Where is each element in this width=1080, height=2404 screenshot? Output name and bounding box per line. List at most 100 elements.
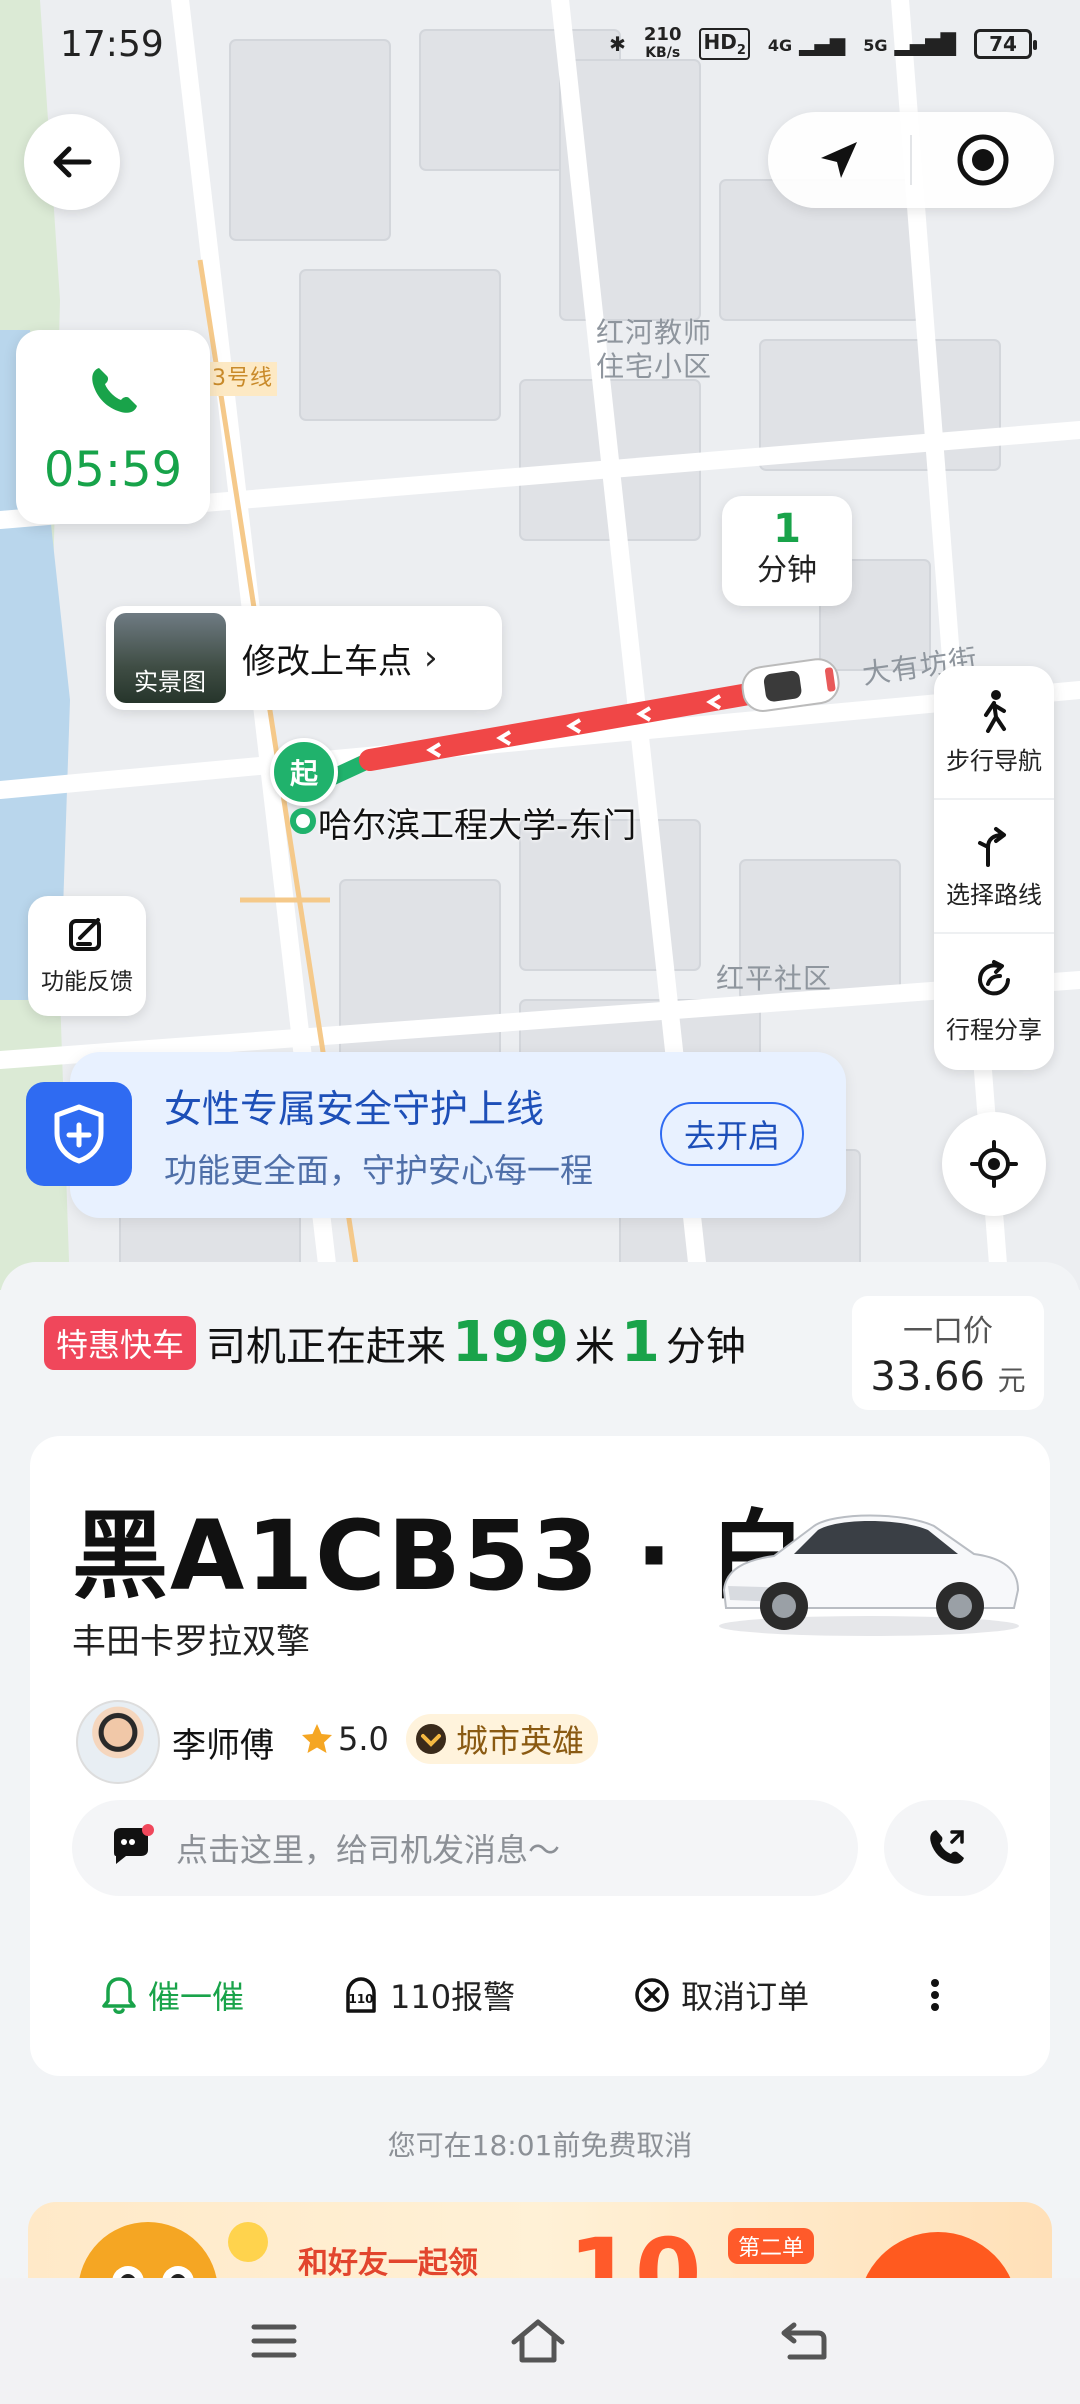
enable-safety-button[interactable]: 去开启 <box>660 1102 804 1166</box>
pickup-dot <box>290 808 316 834</box>
more-options-button[interactable] <box>929 1977 941 2013</box>
message-driver-input[interactable]: 点击这里，给司机发消息～ <box>72 1800 858 1896</box>
police-110-button[interactable]: 110 110报警 <box>342 1972 515 2018</box>
fixed-price-box[interactable]: 一口价 33.66 元 <box>852 1296 1044 1410</box>
map-label-community: 红平社区 <box>716 962 833 995</box>
price-value-line: 33.66 元 <box>852 1354 1044 1400</box>
driver-name: 李师傅 <box>172 1726 274 1766</box>
license-plate: 黑A1CB53 · 白 <box>72 1500 808 1612</box>
walk-navigation-label: 步行导航 <box>946 746 1042 775</box>
phone-icon <box>92 368 137 413</box>
rating-value: 5.0 <box>338 1720 389 1758</box>
walk-navigation-button[interactable]: 步行导航 <box>934 666 1054 800</box>
phone-call-icon <box>930 1830 964 1864</box>
free-cancel-note: 您可在18:01前免费取消 <box>387 2129 693 2162</box>
police-label: 110报警 <box>390 1978 516 2016</box>
home-icon[interactable] <box>508 2316 568 2366</box>
promo-tag: 第二单 <box>728 2228 815 2264</box>
signal-4g-icon: 4G ▂▄▆ <box>767 32 846 56</box>
walk-icon <box>984 689 1006 733</box>
signal-5g-icon: 5G ▂▄▆█ <box>863 32 956 56</box>
crosshair-icon <box>970 1140 1018 1188</box>
eta-bubble: 1 分钟 <box>722 496 852 606</box>
menu-icon[interactable] <box>250 2321 298 2361</box>
navigation-arrow-icon <box>821 142 857 178</box>
navigation-button[interactable] <box>768 112 910 208</box>
eta-unit: 分钟 <box>757 553 817 588</box>
feedback-edit-icon <box>69 918 101 951</box>
price-unit: 元 <box>997 1364 1026 1397</box>
map-view[interactable]: 红河教师 住宅小区 3号线 大有坊街 红平社区 17:59 ✱ 210 KB/s… <box>0 0 1080 1290</box>
edit-pickup-label: 修改上车点 <box>242 641 412 682</box>
promo-text: 和好友一起领 <box>298 2246 478 2281</box>
city-hero-badge: 城市英雄 <box>406 1714 599 1764</box>
status-time: 17:59 <box>60 24 164 65</box>
call-timer: 05:59 <box>43 442 183 498</box>
map-side-tools: 步行导航 选择路线 行程分享 <box>934 666 1054 1070</box>
driver-rating: 5.0 <box>300 1720 389 1758</box>
car-model: 丰田卡罗拉双擎 <box>72 1622 310 1662</box>
chevron-right-icon: › <box>424 638 438 678</box>
car-image <box>719 1514 1020 1636</box>
urge-driver-button[interactable]: 催一催 <box>100 1972 244 2018</box>
feedback-button[interactable]: 功能反馈 <box>28 896 146 1016</box>
eta-value: 1 <box>773 506 801 552</box>
street-view-thumbnail[interactable]: 实景图 <box>114 613 226 703</box>
police-alarm-icon: 110 <box>346 1977 376 2013</box>
call-timer-card[interactable]: 05:59 <box>16 330 210 524</box>
map-top-controls <box>768 112 1054 208</box>
price-value: 33.66 <box>870 1354 985 1400</box>
bell-icon <box>102 1977 136 2014</box>
status-prefix: 司机正在赶来 <box>206 1323 447 1370</box>
pickup-location-label: 哈尔滨工程大学-东门 <box>318 806 637 846</box>
hero-medal-icon <box>416 1724 446 1754</box>
center-location-button[interactable] <box>912 112 1054 208</box>
shield-icon <box>26 1082 132 1186</box>
badge-label: 城市英雄 <box>456 1722 585 1760</box>
back-button[interactable] <box>24 114 120 210</box>
select-route-label: 选择路线 <box>946 880 1042 909</box>
select-route-button[interactable]: 选择路线 <box>934 800 1054 934</box>
time-value: 1 <box>620 1310 660 1375</box>
star-icon <box>302 1724 332 1753</box>
feedback-label: 功能反馈 <box>41 969 133 995</box>
status-bar: 17:59 ✱ 210 KB/s HD2 4G ▂▄▆ 5G ▂▄▆█ 74 <box>0 0 1080 90</box>
distance-unit: 米 <box>574 1323 615 1370</box>
trip-actions: 催一催 110 110报警 取消订单 <box>30 1950 1050 2040</box>
arrow-left-icon <box>53 146 92 178</box>
battery-icon: 74 <box>974 29 1037 59</box>
map-label-metro: 3号线 <box>208 362 277 396</box>
back-nav-icon[interactable] <box>778 2319 830 2363</box>
cancel-label: 取消订单 <box>681 1978 810 2016</box>
cancel-order-button[interactable]: 取消订单 <box>633 1972 809 2018</box>
driver-status-line: 特惠快车 司机正在赶来 199 米 1 分钟 <box>44 1310 746 1375</box>
map-label-area-line2: 住宅小区 <box>596 350 713 383</box>
target-icon <box>957 134 1009 186</box>
locate-me-button[interactable] <box>942 1112 1046 1216</box>
svg-text:110: 110 <box>348 1992 373 2006</box>
system-nav-bar <box>0 2278 1080 2404</box>
ride-type-tag: 特惠快车 <box>44 1315 197 1370</box>
message-placeholder: 点击这里，给司机发消息～ <box>176 1831 561 1869</box>
share-trip-button[interactable]: 行程分享 <box>934 934 1054 1068</box>
driver-avatar[interactable] <box>76 1700 160 1784</box>
time-unit: 分钟 <box>665 1323 746 1370</box>
call-driver-button[interactable] <box>884 1800 1008 1896</box>
network-speed: 210 KB/s <box>643 24 682 62</box>
map-label-area: 红河教师 <box>596 316 713 349</box>
cancel-circle-icon <box>635 1978 669 2012</box>
route-fork-icon <box>978 826 1006 867</box>
bluetooth-icon: ✱ <box>609 32 626 56</box>
distance-value: 199 <box>452 1310 569 1375</box>
urge-label: 催一催 <box>148 1978 245 2016</box>
safety-title: 女性专属安全守护上线 <box>164 1087 545 1131</box>
chat-bubble-icon <box>114 1824 154 1864</box>
edit-pickup-button[interactable]: 实景图 修改上车点 › <box>106 606 502 710</box>
start-marker: 起 <box>270 738 338 806</box>
share-trip-icon <box>978 959 1010 995</box>
share-trip-label: 行程分享 <box>946 1015 1042 1044</box>
more-vertical-icon <box>931 1979 940 2011</box>
price-label: 一口价 <box>903 1314 993 1349</box>
safety-subtitle: 功能更全面，守护安心每一程 <box>164 1151 593 1190</box>
hd-icon: HD2 <box>699 28 750 60</box>
